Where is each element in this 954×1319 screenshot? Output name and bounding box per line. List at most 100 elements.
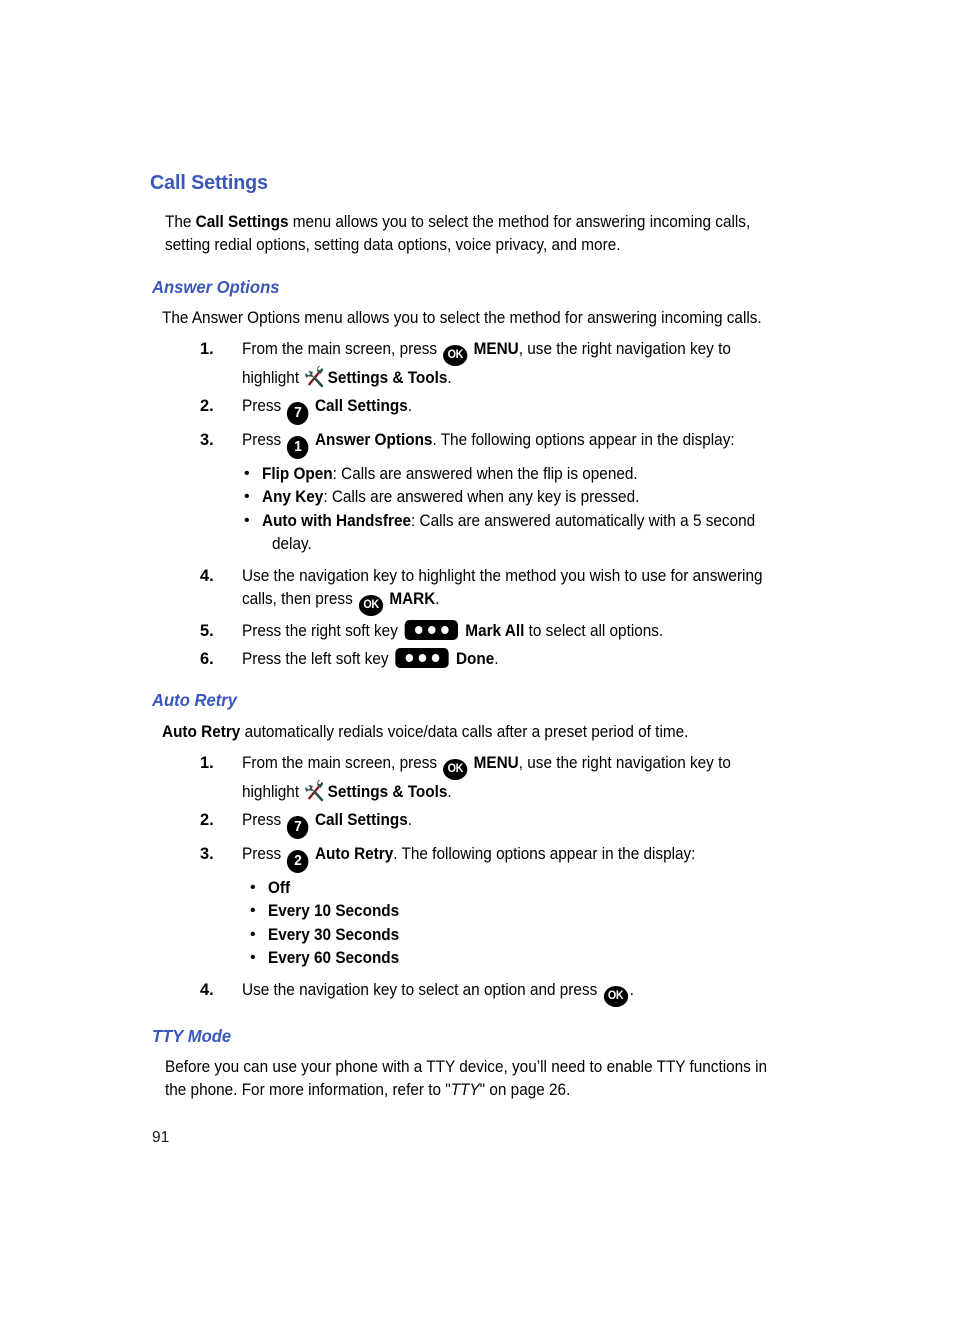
step-number: 4.: [200, 980, 214, 999]
bullet-desc: : Calls are answered when any key is pre…: [323, 488, 640, 507]
number-key-7-icon: 7: [287, 401, 309, 425]
section-intro-paragraph: The Call Settings menu allows you to sel…: [165, 211, 787, 258]
ok-key-icon: OK: [358, 595, 384, 617]
step-item: 2. Press 7 Call Settings.: [150, 809, 790, 839]
step-number: 5.: [200, 622, 214, 641]
step-text: Press 1 Answer Options. The following op…: [242, 429, 790, 459]
step-number: 3.: [200, 844, 214, 863]
auto-retry-bullet-list: Off Every 10 Seconds Every 30 Seconds Ev…: [150, 876, 790, 971]
step-text-part: Press: [242, 810, 286, 829]
step-bold-term: Answer Options: [314, 430, 433, 449]
page-content: Call Settings The Call Settings menu all…: [150, 171, 790, 1103]
soft-key-dots: [405, 620, 458, 640]
bullet-desc: : Calls are answered automatically with …: [411, 511, 756, 530]
step-text-part: .: [447, 783, 452, 802]
step-text-part: From the main screen, press: [242, 340, 442, 359]
step-text-part: Use the navigation key to select an opti…: [242, 980, 602, 999]
answer-options-intro: The Answer Options menu allows you to se…: [162, 308, 762, 327]
step-text-part: .: [407, 810, 413, 829]
step-item: 4. Use the navigation key to highlight t…: [150, 565, 790, 617]
step-text-part: Press: [242, 844, 286, 863]
auto-retry-intro: Auto Retry automatically redials voice/d…: [162, 721, 790, 745]
ok-key-icon: OK: [443, 345, 468, 367]
step-text-part: to select all options.: [524, 622, 664, 641]
step-bold-term: Auto Retry: [314, 844, 394, 863]
step-number: 3.: [200, 430, 214, 449]
step-number: 4.: [200, 566, 214, 585]
bullet-text: Every 60 Seconds: [268, 947, 790, 971]
list-item: Every 60 Seconds: [150, 946, 790, 971]
step-bold-term: Settings & Tools: [327, 369, 448, 388]
step-bold-term: Done: [455, 649, 495, 668]
step-text-part: .: [494, 649, 499, 668]
step-text-part: Press the left soft key: [242, 649, 393, 668]
soft-key-dots: [396, 648, 449, 668]
step-text: Press the left soft key Done.: [242, 647, 790, 672]
intro-bold-term: Call Settings: [195, 212, 289, 231]
bullet-label: Every 30 Seconds: [268, 925, 400, 944]
step-text-part: .: [407, 396, 413, 415]
step-item: 4. Use the navigation key to select an o…: [150, 979, 790, 1007]
step-item: 3. Press 2 Auto Retry. The following opt…: [150, 843, 790, 873]
bullet-text: Every 30 Seconds: [268, 924, 790, 948]
page-number: 91: [152, 1129, 170, 1146]
step-text-part: . The following options appear in the di…: [432, 430, 735, 449]
settings-tools-icon: [304, 780, 323, 802]
step-bold-term: Settings & Tools: [327, 783, 448, 802]
step-bold-term: Call Settings: [314, 396, 408, 415]
step-text: From the main screen, press OK MENU, use…: [242, 752, 790, 805]
bullet-text: Off: [268, 877, 790, 901]
bullet-text: Auto with Handsfree: Calls are answered …: [262, 510, 790, 534]
intro-text-pre: The: [165, 212, 196, 231]
step-number: 1.: [200, 340, 214, 359]
number-key-7-icon: 7: [287, 815, 309, 839]
list-item: Off: [150, 876, 790, 901]
number-key-2-icon: 2: [287, 849, 309, 873]
soft-key-icon: [404, 620, 459, 641]
step-text-part: .: [447, 369, 452, 388]
step-text-part: Press: [242, 396, 286, 415]
auto-retry-bold-term: Auto Retry: [162, 722, 241, 741]
step-item: 6. Press the left soft key Done.: [150, 647, 790, 672]
step-bold-term: MENU: [473, 340, 519, 359]
settings-tools-icon: [304, 366, 323, 388]
step-text: From the main screen, press OK MENU, use…: [242, 338, 790, 391]
step-item: 1. From the main screen, press OK MENU, …: [150, 752, 790, 805]
auto-retry-intro-post: automatically redials voice/data calls a…: [240, 722, 689, 741]
bullet-continuation-text: delay.: [272, 535, 312, 554]
step-bold-term: MARK: [389, 590, 436, 609]
bullet-label: Flip Open: [262, 464, 333, 483]
step-text: Press 7 Call Settings.: [242, 809, 790, 839]
auto-retry-steps: 1. From the main screen, press OK MENU, …: [150, 752, 790, 873]
step-number: 2.: [200, 810, 214, 829]
step-bold-term: Mark All: [465, 622, 525, 641]
list-item: Auto with Handsfree: Calls are answered …: [150, 509, 790, 534]
step-text-part: .: [629, 980, 634, 999]
answer-options-bullet-list: Flip Open: Calls are answered when the f…: [150, 462, 790, 557]
step-text: Use the navigation key to highlight the …: [242, 565, 790, 617]
heading-auto-retry: Auto Retry: [152, 690, 237, 711]
step-text-part: . The following options appear in the di…: [393, 844, 696, 863]
list-item: Every 30 Seconds: [150, 923, 790, 948]
soft-key-dot: [405, 653, 413, 662]
tty-text-post: on page 26.: [485, 1081, 571, 1100]
step-text-part: Press the right soft key: [242, 622, 403, 641]
page-title: Call Settings: [150, 171, 268, 194]
bullet-text: Every 10 Seconds: [268, 900, 790, 924]
step-number: 6.: [200, 649, 214, 668]
step-text-part: Use the navigation key to highlight the …: [242, 566, 763, 609]
list-item: Flip Open: Calls are answered when the f…: [150, 462, 790, 487]
step-item: 2. Press 7 Call Settings.: [150, 395, 790, 425]
document-page: Call Settings The Call Settings menu all…: [0, 0, 954, 1319]
list-item: Any Key: Calls are answered when any key…: [150, 485, 790, 510]
heading-tty-mode: TTY Mode: [152, 1025, 232, 1046]
bullet-text: Flip Open: Calls are answered when the f…: [262, 463, 790, 487]
heading-answer-options: Answer Options: [152, 276, 280, 297]
soft-key-icon: [395, 647, 449, 668]
ok-key-icon: OK: [443, 759, 468, 781]
step-number: 1.: [200, 754, 214, 773]
list-item: Every 10 Seconds: [150, 899, 790, 924]
step-text: Press the right soft key Mark All to sel…: [242, 620, 790, 644]
bullet-desc: : Calls are answered when the flip is op…: [332, 464, 638, 483]
step-text-part: Press: [242, 430, 286, 449]
